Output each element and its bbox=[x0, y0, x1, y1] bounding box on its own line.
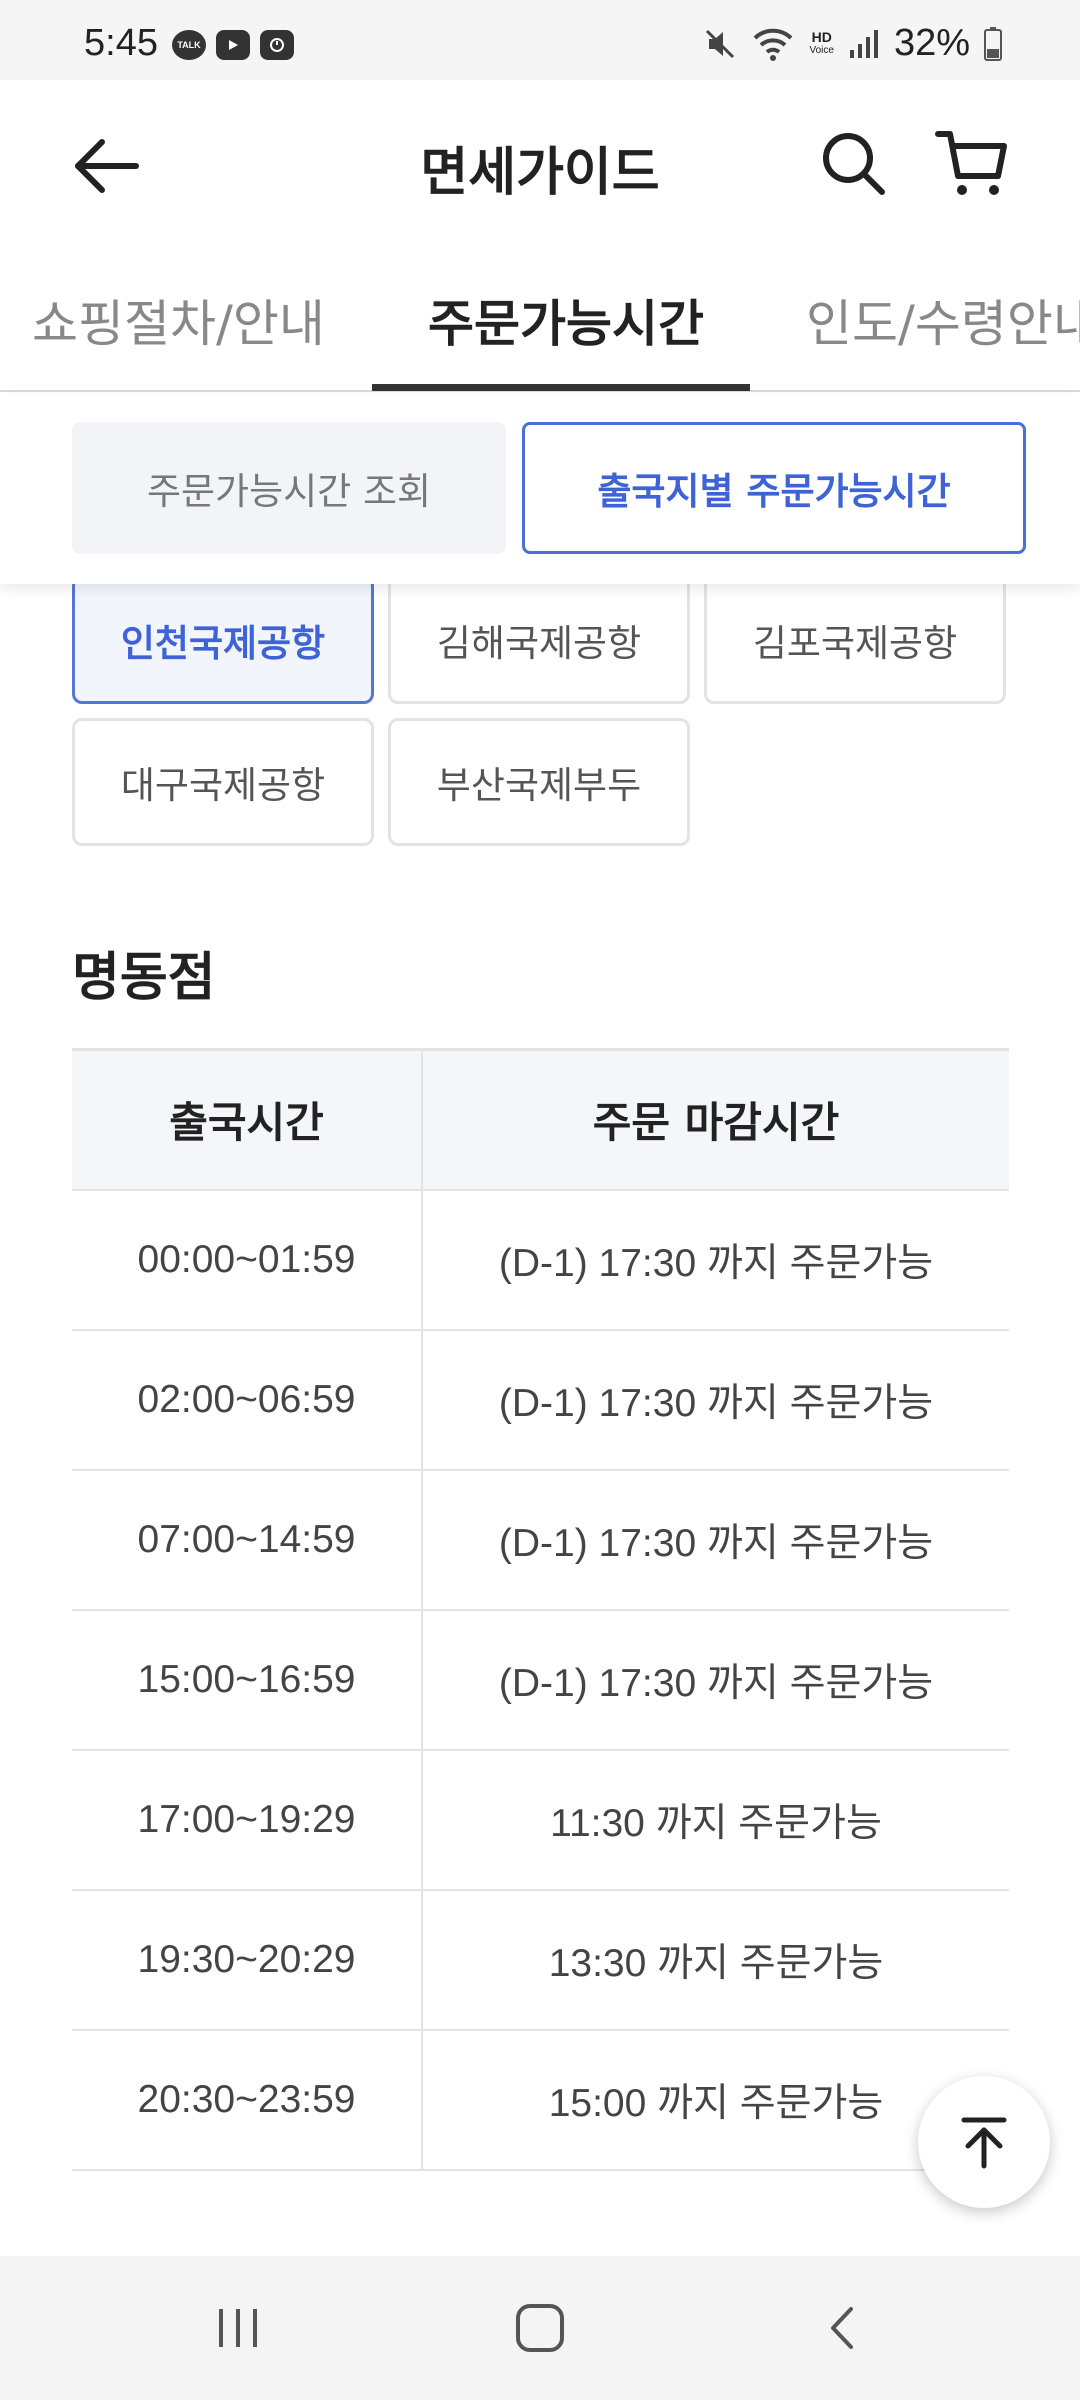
active-tab-indicator bbox=[372, 384, 750, 391]
airport-chip-gimhae[interactable]: 김해국제공항 bbox=[388, 576, 690, 704]
tab-shopping-guide[interactable]: 쇼핑절차/안내 bbox=[32, 284, 325, 356]
tab-delivery-guide[interactable]: 인도/수령안내 bbox=[806, 284, 1080, 356]
hd-voice-icon: HD Voice bbox=[809, 28, 834, 56]
page-title: 면세가이드 bbox=[420, 143, 660, 203]
table-row: 19:30~20:29 13:30 까지 주문가능 bbox=[72, 1889, 1009, 2031]
order-time-table: 출국시간 주문 마감시간 00:00~01:59 (D-1) 17:30 까지 … bbox=[72, 1048, 1009, 2171]
table-row: 17:00~19:29 11:30 까지 주문가능 bbox=[72, 1749, 1009, 1891]
system-icons: HD Voice 32% bbox=[703, 22, 1002, 65]
status-bar: 5:45 TALK HD Voice 32% bbox=[0, 0, 1080, 80]
deadline-cell: (D-1) 17:30 까지 주문가능 bbox=[422, 1609, 1009, 1751]
scroll-to-top-button[interactable] bbox=[918, 2076, 1050, 2208]
cart-icon bbox=[935, 131, 1007, 195]
table-row: 02:00~06:59 (D-1) 17:30 까지 주문가능 bbox=[72, 1329, 1009, 1471]
table-row: 20:30~23:59 15:00 까지 주문가능 bbox=[72, 2029, 1009, 2171]
departure-time-cell: 07:00~14:59 bbox=[72, 1469, 423, 1611]
order-time-subtabs: 주문가능시간 조회 출국지별 주문가능시간 bbox=[0, 394, 1080, 584]
signal-icon bbox=[849, 29, 878, 58]
departure-time-cell: 02:00~06:59 bbox=[72, 1329, 423, 1471]
youtube-icon bbox=[216, 30, 250, 60]
battery-level: 32% bbox=[893, 22, 970, 64]
deadline-cell: 13:30 까지 주문가능 bbox=[422, 1889, 1009, 2031]
airport-chip-incheon[interactable]: 인천국제공항 bbox=[72, 576, 374, 704]
cart-button[interactable] bbox=[932, 124, 1012, 204]
system-nav-bar bbox=[0, 2256, 1080, 2400]
table-row: 00:00~01:59 (D-1) 17:30 까지 주문가능 bbox=[72, 1189, 1009, 1331]
column-header-deadline: 주문 마감시간 bbox=[422, 1048, 1009, 1191]
guide-tabs: 쇼핑절차/안내 주문가능시간 인도/수령안내 bbox=[0, 250, 1080, 392]
search-icon bbox=[823, 133, 885, 195]
table-row: 15:00~16:59 (D-1) 17:30 까지 주문가능 bbox=[72, 1609, 1009, 1751]
clock-app-icon bbox=[260, 30, 294, 60]
recent-apps-button[interactable] bbox=[198, 2296, 278, 2360]
departure-time-cell: 15:00~16:59 bbox=[72, 1609, 423, 1751]
recent-apps-icon bbox=[219, 2309, 257, 2347]
departure-order-time-button[interactable]: 출국지별 주문가능시간 bbox=[522, 422, 1026, 554]
deadline-cell: (D-1) 17:30 까지 주문가능 bbox=[422, 1189, 1009, 1331]
tab-order-time[interactable]: 주문가능시간 bbox=[428, 284, 704, 356]
departure-time-cell: 00:00~01:59 bbox=[72, 1189, 423, 1331]
battery-icon bbox=[984, 26, 1002, 61]
home-button[interactable] bbox=[500, 2296, 580, 2360]
store-title: 명동점 bbox=[72, 948, 216, 1008]
deadline-cell: (D-1) 17:30 까지 주문가능 bbox=[422, 1329, 1009, 1471]
chevron-left-icon bbox=[831, 2307, 853, 2349]
wifi-icon bbox=[754, 28, 793, 61]
departure-time-cell: 19:30~20:29 bbox=[72, 1889, 423, 2031]
home-icon bbox=[516, 2304, 564, 2352]
airport-chip-busan-port[interactable]: 부산국제부두 bbox=[388, 718, 690, 846]
talk-icon: TALK bbox=[172, 30, 206, 60]
status-time: 5:45 bbox=[84, 22, 158, 64]
column-header-departure: 출국시간 bbox=[72, 1048, 423, 1191]
table-header-row: 출국시간 주문 마감시간 bbox=[72, 1048, 1009, 1191]
app-header: 면세가이드 bbox=[0, 80, 1080, 250]
order-time-lookup-button[interactable]: 주문가능시간 조회 bbox=[72, 422, 506, 554]
table-row: 07:00~14:59 (D-1) 17:30 까지 주문가능 bbox=[72, 1469, 1009, 1611]
airport-chip-daegu[interactable]: 대구국제공항 bbox=[72, 718, 374, 846]
deadline-cell: (D-1) 17:30 까지 주문가능 bbox=[422, 1469, 1009, 1611]
departure-time-cell: 17:00~19:29 bbox=[72, 1749, 423, 1891]
mute-icon bbox=[706, 29, 735, 58]
departure-time-cell: 20:30~23:59 bbox=[72, 2029, 423, 2171]
notification-icons: TALK bbox=[172, 30, 294, 60]
deadline-cell: 11:30 까지 주문가능 bbox=[422, 1749, 1009, 1891]
arrow-up-to-top-icon bbox=[961, 2117, 1007, 2169]
airport-chip-gimpo[interactable]: 김포국제공항 bbox=[704, 576, 1006, 704]
search-button[interactable] bbox=[816, 126, 892, 202]
system-back-button[interactable] bbox=[802, 2296, 882, 2360]
